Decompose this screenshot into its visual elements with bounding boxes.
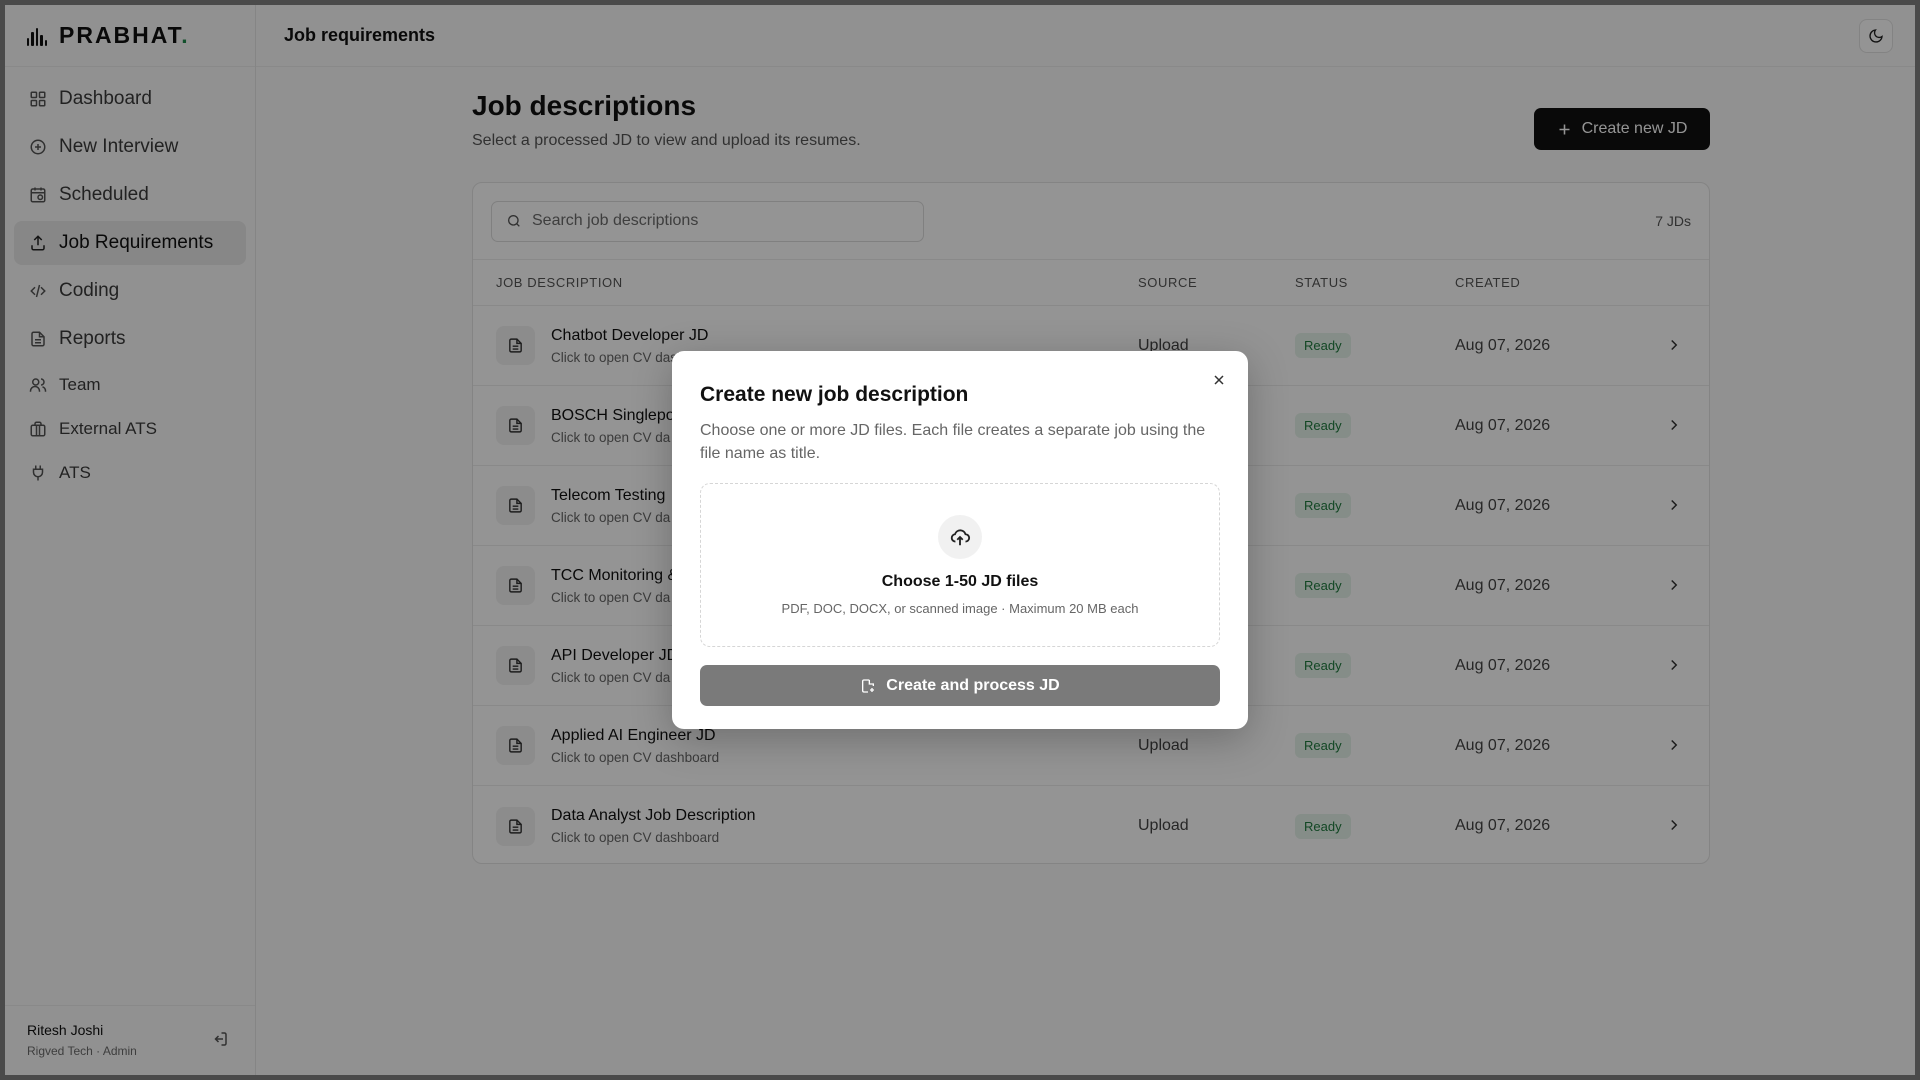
create-and-process-label: Create and process JD [886,676,1060,694]
create-jd-dialog: Create new job description Choose one or… [672,351,1248,729]
close-button[interactable] [1208,369,1230,391]
dialog-title: Create new job description [700,383,969,406]
file-dropzone[interactable]: Choose 1-50 JD files PDF, DOC, DOCX, or … [700,483,1220,647]
dropzone-title: Choose 1-50 JD files [881,572,1039,590]
file-plus-icon [862,678,875,693]
create-and-process-button[interactable]: Create and process JD [700,665,1220,706]
dropzone-hint: PDF, DOC, DOCX, or scanned image · Maxim… [781,600,1139,616]
cloud-upload-icon [938,514,982,559]
dialog-description: Choose one or more JD files. Each file c… [700,422,1206,462]
close-icon [1214,375,1224,385]
